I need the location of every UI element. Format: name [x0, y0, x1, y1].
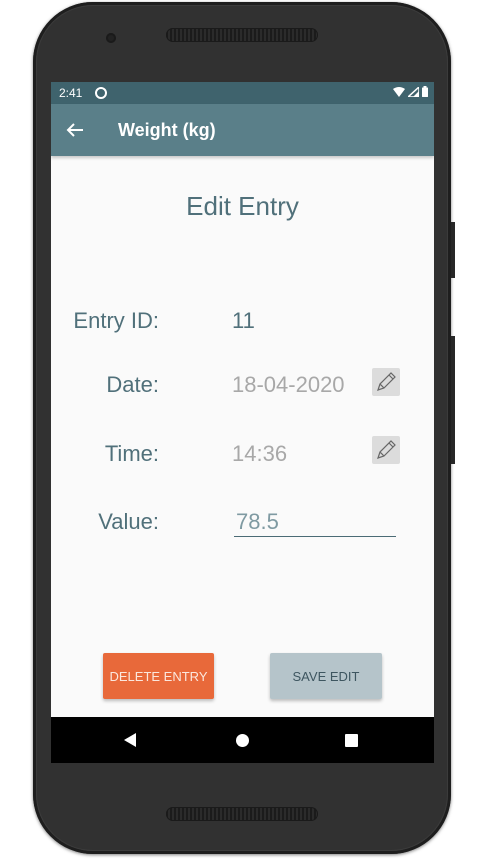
pencil-icon	[377, 440, 396, 459]
app-screen: 2:41 Weight (kg) Edit Entry Entry ID: 11…	[51, 82, 434, 763]
nav-recents-icon[interactable]	[345, 734, 358, 747]
app-title: Weight (kg)	[118, 120, 216, 140]
signal-icon	[408, 86, 419, 97]
date-label: Date:	[106, 372, 159, 397]
earpiece-speaker	[166, 28, 318, 42]
app-bar: Weight (kg)	[51, 104, 434, 156]
entry-id-value: 11	[232, 308, 255, 333]
nav-back-icon[interactable]	[124, 733, 136, 747]
delete-entry-button[interactable]: DELETE ENTRY	[103, 653, 214, 699]
edit-time-button[interactable]	[372, 436, 400, 464]
wifi-icon	[393, 86, 405, 97]
pencil-icon	[377, 372, 396, 391]
battery-icon	[422, 86, 428, 97]
bottom-speaker	[166, 807, 318, 821]
status-bar: 2:41	[51, 82, 434, 104]
entry-id-label: Entry ID:	[73, 308, 159, 333]
status-icons	[393, 86, 428, 97]
save-edit-button[interactable]: SAVE EDIT	[270, 653, 382, 699]
nav-home-icon[interactable]	[236, 734, 249, 747]
status-time: 2:41	[59, 86, 83, 100]
page-title: Edit Entry	[186, 191, 299, 221]
power-button	[451, 336, 455, 464]
date-value: 18-04-2020	[232, 372, 345, 397]
value-label: Value:	[98, 509, 159, 534]
front-camera	[106, 33, 116, 43]
time-label: Time:	[104, 441, 159, 466]
value-input[interactable]	[234, 508, 396, 537]
value-field	[234, 508, 396, 538]
time-value: 14:36	[232, 441, 288, 466]
notification-icon	[95, 87, 107, 99]
volume-button	[451, 222, 455, 278]
back-arrow-icon[interactable]	[66, 121, 84, 139]
navigation-bar	[51, 717, 434, 763]
edit-date-button[interactable]	[372, 368, 400, 396]
